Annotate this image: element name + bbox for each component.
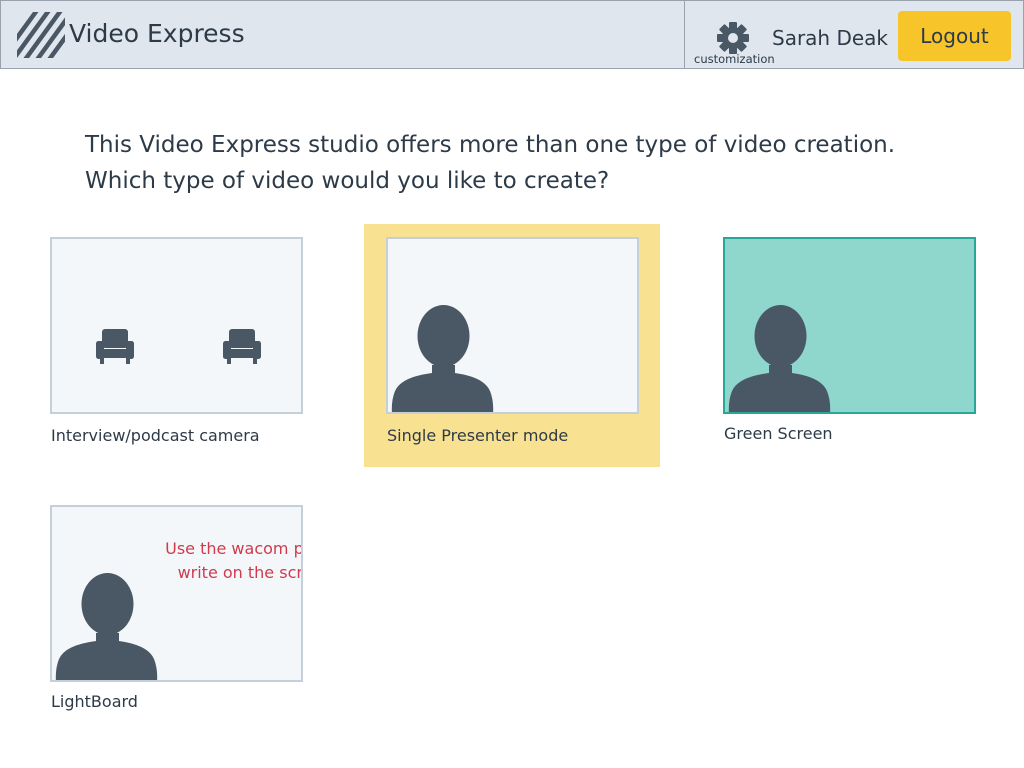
header-divider — [684, 1, 685, 68]
gear-icon[interactable] — [716, 21, 750, 55]
person-silhouette-icon — [728, 305, 831, 412]
logo-stripes-icon — [17, 12, 65, 58]
lightboard-hint: Use the wacom pen to write on the screen — [160, 537, 303, 585]
armchair-icon — [96, 329, 134, 364]
user-name: Sarah Deak — [772, 26, 889, 50]
person-silhouette-icon — [391, 305, 494, 412]
mode-card-interview[interactable]: Interview/podcast camera — [50, 237, 303, 452]
mode-card-single-presenter[interactable]: Single Presenter mode — [386, 237, 639, 452]
page-prompt: This Video Express studio offers more th… — [85, 127, 895, 199]
person-silhouette-icon — [55, 573, 158, 680]
hint-line-1: Use the wacom pen to — [165, 539, 303, 558]
mode-thumbnail-green-screen — [723, 237, 976, 414]
app-title: Video Express — [69, 19, 245, 48]
mode-label: LightBoard — [51, 692, 138, 711]
logout-button[interactable]: Logout — [898, 11, 1011, 61]
mode-thumbnail-single-presenter — [386, 237, 639, 414]
armchair-icon — [223, 329, 261, 364]
customization-link[interactable]: customization — [694, 52, 775, 66]
mode-label: Green Screen — [724, 424, 833, 443]
mode-label: Interview/podcast camera — [51, 426, 260, 445]
mode-thumbnail-interview — [50, 237, 303, 414]
mode-card-lightboard[interactable]: Use the wacom pen to write on the screen… — [50, 505, 303, 720]
prompt-line-2: Which type of video would you like to cr… — [85, 168, 610, 194]
mode-card-green-screen[interactable]: Green Screen — [723, 237, 976, 450]
prompt-line-1: This Video Express studio offers more th… — [85, 132, 896, 158]
app-header: Video Express customization Sarah Deak L… — [0, 0, 1024, 69]
mode-label: Single Presenter mode — [387, 426, 569, 445]
mode-thumbnail-lightboard: Use the wacom pen to write on the screen — [50, 505, 303, 682]
hint-line-2: write on the screen — [177, 563, 303, 582]
